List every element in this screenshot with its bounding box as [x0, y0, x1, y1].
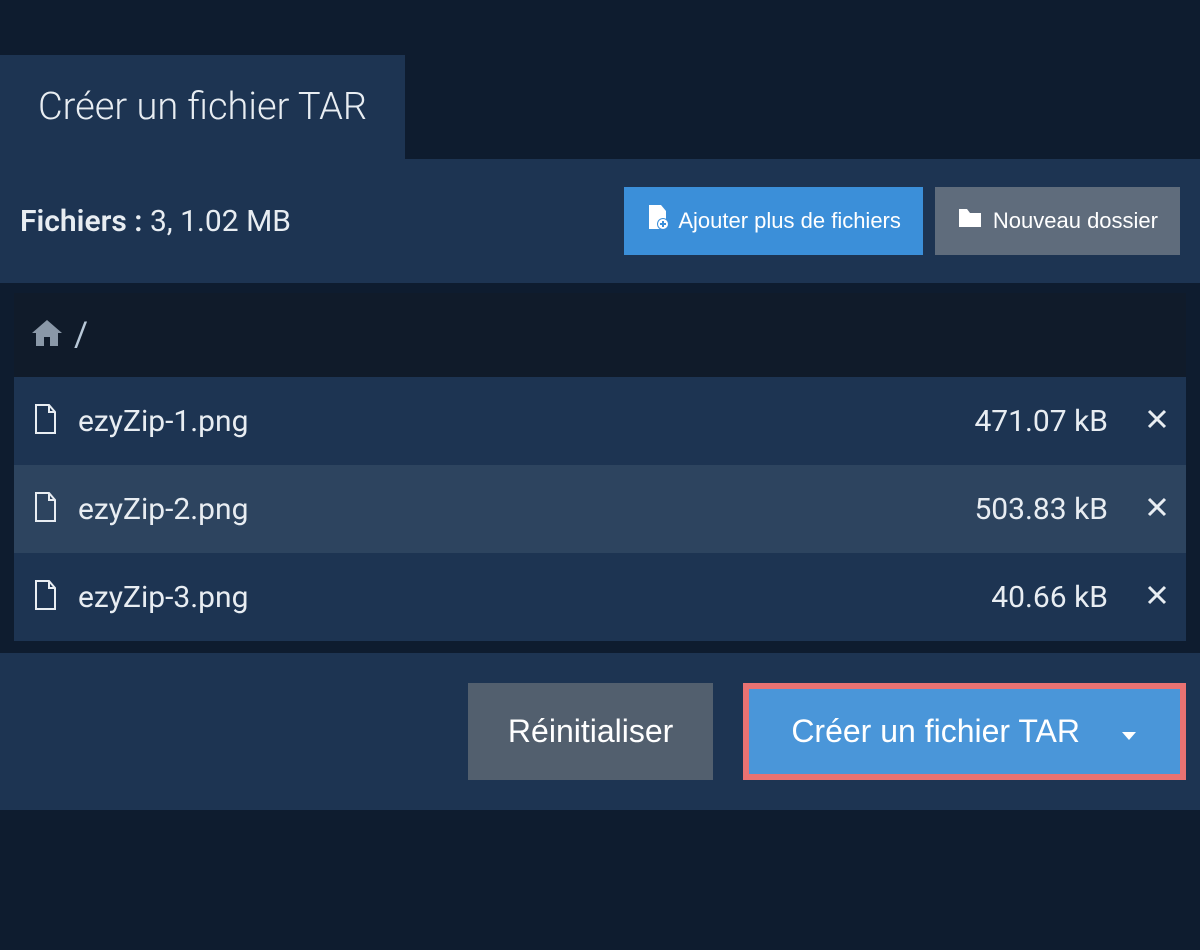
file-size: 471.07 kB	[974, 404, 1108, 439]
folder-icon	[957, 207, 983, 235]
action-footer: Réinitialiser Créer un fichier TAR	[0, 653, 1200, 810]
remove-file-button[interactable]	[1146, 584, 1168, 610]
files-label: Fichiers :	[20, 204, 142, 239]
file-row[interactable]: ezyZip-1.png 471.07 kB	[14, 377, 1186, 465]
toolbar-buttons: Ajouter plus de fichiers Nouveau dossier	[624, 187, 1180, 255]
file-row[interactable]: ezyZip-2.png 503.83 kB	[14, 465, 1186, 553]
file-name: ezyZip-3.png	[78, 580, 971, 615]
reset-label: Réinitialiser	[508, 713, 673, 749]
file-icon	[32, 579, 58, 615]
add-files-label: Ajouter plus de fichiers	[678, 208, 901, 234]
file-icon	[32, 403, 58, 439]
caret-down-icon	[1120, 713, 1138, 750]
remove-file-button[interactable]	[1146, 496, 1168, 522]
file-size: 40.66 kB	[991, 580, 1108, 615]
toolbar: Fichiers : 3, 1.02 MB Ajouter plus de fi…	[0, 159, 1200, 283]
add-files-button[interactable]: Ajouter plus de fichiers	[624, 187, 923, 255]
create-button-highlight: Créer un fichier TAR	[743, 683, 1186, 780]
remove-file-button[interactable]	[1146, 408, 1168, 434]
page-title: Créer un fichier TAR	[38, 85, 367, 129]
new-folder-label: Nouveau dossier	[993, 208, 1158, 234]
app-container: Créer un fichier TAR Fichiers : 3, 1.02 …	[0, 0, 1200, 810]
file-plus-icon	[646, 205, 668, 237]
file-icon	[32, 491, 58, 527]
create-label: Créer un fichier TAR	[791, 713, 1080, 750]
new-folder-button[interactable]: Nouveau dossier	[935, 187, 1180, 255]
file-name: ezyZip-2.png	[78, 492, 954, 527]
file-browser: / ezyZip-1.png 471.07 kB	[14, 293, 1186, 641]
breadcrumb-path: /	[74, 315, 88, 355]
file-size: 503.83 kB	[974, 492, 1108, 527]
file-count-summary: Fichiers : 3, 1.02 MB	[20, 204, 291, 239]
files-summary-value: 3, 1.02 MB	[150, 204, 291, 239]
file-name: ezyZip-1.png	[78, 404, 954, 439]
tab-header: Créer un fichier TAR	[0, 55, 405, 159]
create-tar-button[interactable]: Créer un fichier TAR	[749, 689, 1180, 774]
file-row[interactable]: ezyZip-3.png 40.66 kB	[14, 553, 1186, 641]
reset-button[interactable]: Réinitialiser	[468, 683, 713, 780]
breadcrumb[interactable]: /	[14, 293, 1186, 377]
home-icon	[30, 318, 64, 352]
